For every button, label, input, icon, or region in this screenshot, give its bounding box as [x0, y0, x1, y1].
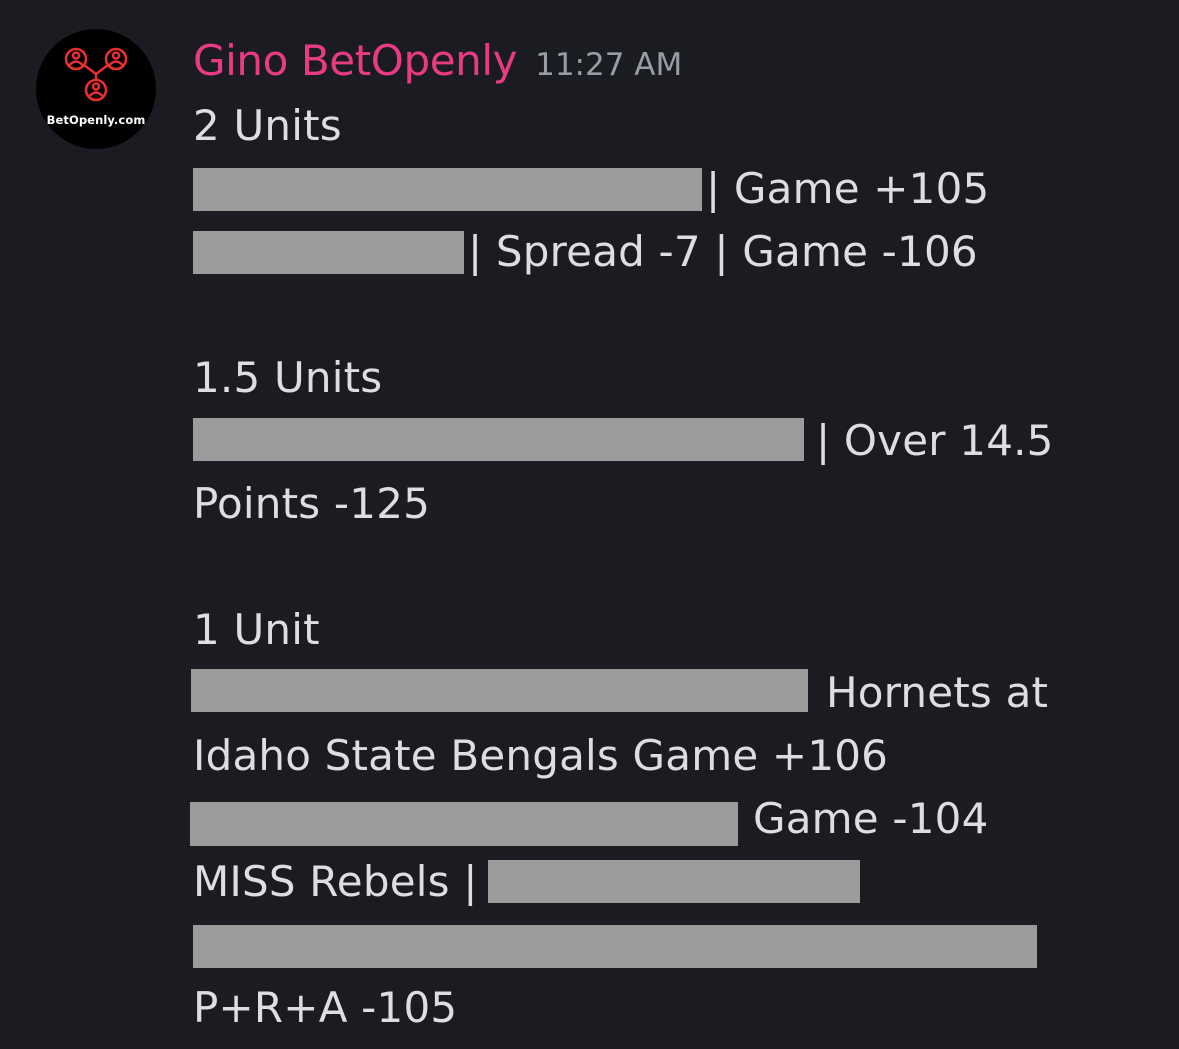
message-line: Hornets at	[826, 668, 1049, 717]
message-line: | Over 14.5	[816, 416, 1054, 465]
redacted-block	[193, 231, 464, 274]
message-line: | Spread -7 | Game -106	[468, 227, 978, 276]
message-line: Idaho State Bengals Game +106	[193, 731, 889, 780]
people-network-icon	[64, 47, 128, 102]
username[interactable]: Gino BetOpenly	[193, 36, 518, 85]
message-line: 1 Unit	[193, 605, 320, 654]
redacted-block	[193, 925, 1037, 968]
message-line: MISS Rebels | T	[193, 857, 517, 906]
redacted-block	[193, 168, 702, 211]
avatar[interactable]: BetOpenly.com	[36, 29, 156, 149]
redacted-block	[190, 802, 738, 846]
message-line: Game -104	[753, 794, 989, 843]
message-line: 2 Units	[193, 101, 342, 150]
message-line: | Game +105	[706, 164, 990, 213]
avatar-label: BetOpenly.com	[46, 113, 146, 127]
message-line: Points -125	[193, 479, 431, 528]
redacted-block	[488, 860, 860, 903]
message-line: P+R+A -105	[193, 983, 458, 1032]
redacted-block	[191, 669, 808, 712]
timestamp[interactable]: 11:27 AM	[535, 47, 682, 83]
message-header: Gino BetOpenly 11:27 AM	[193, 36, 682, 92]
message-line: 1.5 Units	[193, 353, 383, 402]
redacted-block	[193, 418, 804, 461]
